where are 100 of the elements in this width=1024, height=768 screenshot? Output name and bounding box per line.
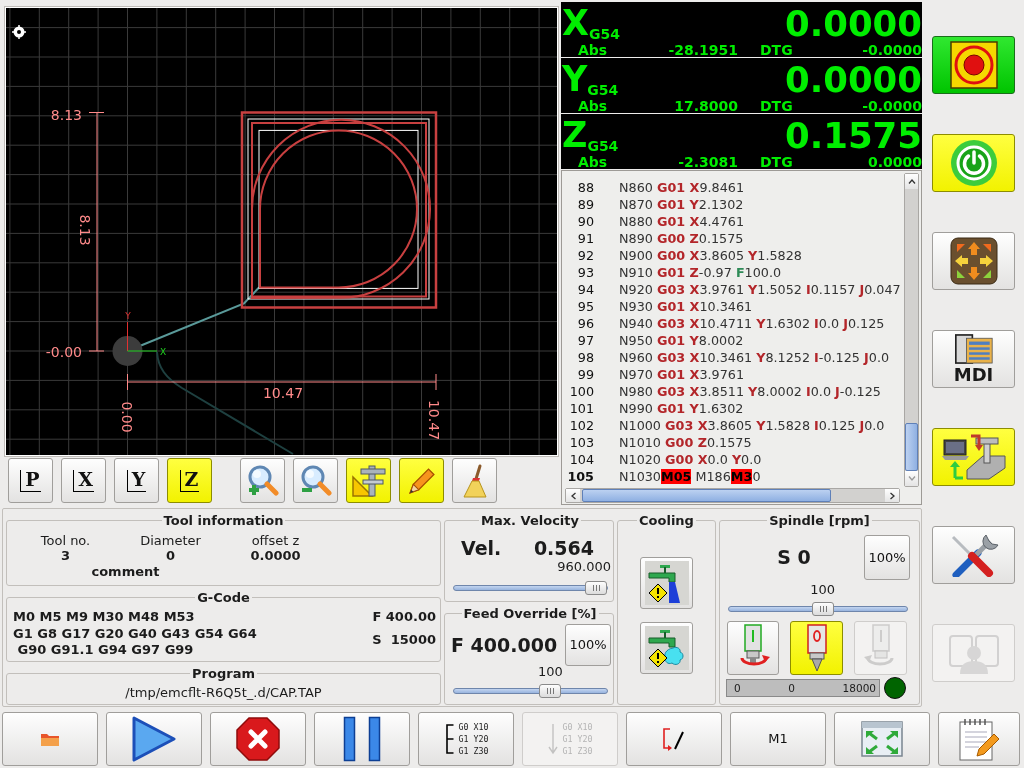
- power-button[interactable]: [932, 134, 1015, 192]
- abs-label: Abs: [578, 156, 608, 169]
- block-delete-button[interactable]: [626, 712, 722, 766]
- zoom-out-button[interactable]: [293, 458, 338, 503]
- slider-thumb[interactable]: [585, 581, 607, 595]
- line-number: 92: [576, 247, 594, 264]
- tool-comment: comment: [90, 564, 161, 579]
- scrollbar-thumb[interactable]: [582, 489, 831, 502]
- coordinate-system: G54: [587, 83, 619, 97]
- line-number: 89: [576, 196, 594, 213]
- settings-button[interactable]: [932, 526, 1015, 584]
- stop-button[interactable]: [210, 712, 306, 766]
- play-icon: [132, 716, 176, 762]
- line-number: 100: [568, 383, 594, 400]
- flood-coolant-button[interactable]: [640, 557, 693, 609]
- view-button[interactable]: Z: [167, 458, 212, 503]
- spindle-stop-button[interactable]: [790, 621, 843, 675]
- coordinate-system: G54: [589, 27, 620, 41]
- panel-title: G-Code: [196, 590, 251, 605]
- caret-left-icon: [570, 491, 576, 500]
- optional-stop-button[interactable]: M1: [730, 712, 826, 766]
- slider-thumb[interactable]: [811, 602, 834, 616]
- pause-button[interactable]: [314, 712, 410, 766]
- horizontal-scrollbar[interactable]: [565, 488, 900, 503]
- active-codes: G1 G8 G17 G20 G40 G43 G54 G64: [13, 625, 257, 642]
- view-button[interactable]: Y: [114, 458, 159, 503]
- panel-title: Spindle [rpm]: [768, 513, 871, 528]
- mist-coolant-button[interactable]: [640, 622, 693, 674]
- view-button[interactable]: P: [8, 458, 53, 503]
- dimensions-button[interactable]: [346, 458, 391, 503]
- active-codes: M0 M5 M9 M30 M48 M53: [13, 609, 196, 626]
- line-number: 102: [568, 417, 594, 434]
- slider-thumb[interactable]: [539, 684, 562, 698]
- scroll-right-button[interactable]: [885, 489, 899, 502]
- scroll-down-button[interactable]: [905, 471, 918, 486]
- view-button[interactable]: X: [61, 458, 106, 503]
- scroll-left-button[interactable]: [566, 489, 580, 502]
- document-icon: [954, 334, 993, 364]
- line-number: 88: [576, 179, 594, 196]
- dtg-value: -0.0000: [862, 100, 922, 113]
- axis-letter: Y: [562, 62, 588, 97]
- bracket-icon: [443, 723, 454, 755]
- line-number: 90: [576, 213, 594, 230]
- line-number: 96: [576, 315, 594, 332]
- run-button[interactable]: [106, 712, 202, 766]
- axis-label: X: [159, 346, 167, 357]
- velocity-value: 0.564: [533, 537, 594, 559]
- emergency-stop-icon: [949, 41, 998, 89]
- dimension-label: 0.00: [119, 401, 135, 433]
- position-value: 0.1575: [785, 118, 922, 153]
- bar-value: 0: [788, 681, 795, 696]
- zoom-in-button[interactable]: [240, 458, 285, 503]
- velocity-label: Vel.: [461, 537, 502, 559]
- field-label: Tool no.: [39, 533, 92, 548]
- open-file-button[interactable]: [2, 712, 98, 766]
- code-line: N890 G00 Z0.1575: [619, 230, 744, 247]
- toolpath-preview[interactable]: 8.13 8.13 -0.00 10.47 0.00 10.47 Y X: [6, 8, 557, 455]
- reset-override-button[interactable]: 100%: [864, 535, 910, 580]
- mdi-mode-button[interactable]: MDI: [932, 330, 1015, 388]
- dtg-value: -0.0000: [862, 44, 922, 57]
- code-line: N970 G01 X3.9761: [619, 366, 745, 383]
- panel-title: Feed Override [%]: [462, 606, 598, 621]
- code-line: N1000 G03 X3.8605 Y1.5828 I0.125 J0.0: [619, 417, 885, 434]
- spindle-speed: S 0: [776, 546, 812, 569]
- manual-mode-button[interactable]: [932, 232, 1015, 290]
- code-line: N960 G03 X10.3461 Y8.1252 I-0.125 J0.0: [619, 349, 890, 366]
- clear-plot-button[interactable]: [452, 458, 497, 503]
- code-line: N950 G01 Y8.0002: [619, 332, 744, 349]
- edit-button[interactable]: [938, 712, 1020, 766]
- crosshair-icon: [11, 24, 27, 40]
- vertical-scrollbar[interactable]: [904, 173, 919, 487]
- axis-letter: Z: [562, 118, 588, 153]
- code-line: N980 G03 X3.8511 Y8.0002 I0.0 J-0.125: [619, 383, 881, 400]
- spindle-forward-button[interactable]: [727, 621, 779, 675]
- fullscreen-button[interactable]: [834, 712, 930, 766]
- abs-label: Abs: [578, 100, 608, 113]
- line-number: 95: [576, 298, 594, 315]
- code-line: N880 G01 X4.4761: [619, 213, 745, 230]
- reset-override-button[interactable]: 100%: [565, 624, 611, 666]
- stop-sign-icon: [236, 717, 280, 761]
- toolpath-toggle-button[interactable]: [399, 458, 444, 503]
- panel-title: Program: [191, 666, 256, 681]
- caret-down-icon: [907, 476, 916, 481]
- pencil-icon: [408, 467, 435, 494]
- scrollbar-thumb[interactable]: [905, 423, 918, 471]
- emergency-stop-button[interactable]: [932, 36, 1015, 94]
- abs-label: Abs: [578, 44, 608, 57]
- step-button[interactable]: G0 X10 G1 Y20 G1 Z30: [418, 712, 514, 766]
- cnc-machine-icon: [940, 434, 1007, 480]
- feed-value: F 400.000: [451, 633, 558, 657]
- code-line: N990 G01 Y1.6302: [619, 400, 744, 417]
- dtg-value: 0.0000: [867, 156, 922, 169]
- auto-mode-button[interactable]: [932, 428, 1015, 486]
- line-number: 91: [576, 230, 594, 247]
- dtg-label: DTG: [760, 100, 793, 113]
- code-line: N870 G01 Y2.1302: [619, 196, 744, 213]
- dtg-label: DTG: [760, 44, 793, 57]
- program-path: /tmp/emcflt-R6Q5t_.d/CAP.TAP: [124, 685, 323, 700]
- caret-right-icon: [889, 491, 895, 500]
- scroll-up-button[interactable]: [905, 174, 918, 189]
